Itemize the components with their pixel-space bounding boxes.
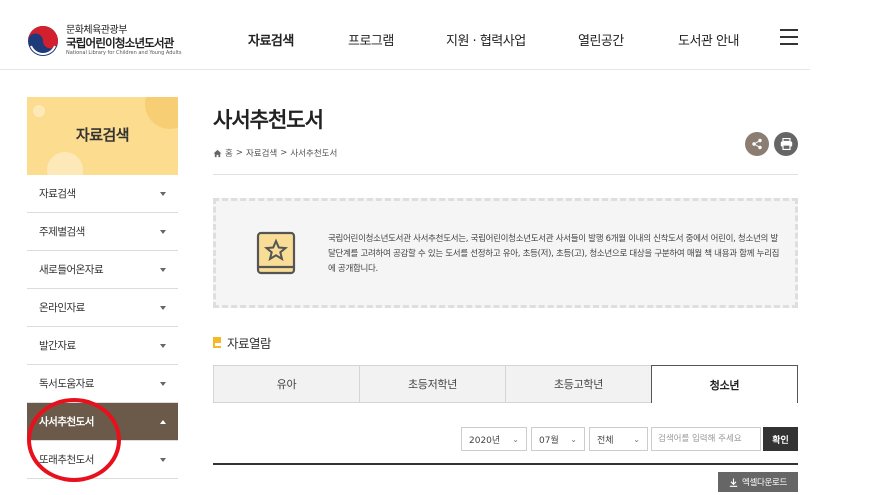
sidebar-item-label: 독서도움자료 <box>39 378 94 390</box>
share-icon <box>752 138 762 150</box>
breadcrumb-home[interactable]: 홈 <box>225 147 233 159</box>
caret-down-icon <box>160 229 166 234</box>
tab-teen[interactable]: 청소년 <box>651 365 798 403</box>
highlight-circle-annotation <box>27 398 121 482</box>
section-title-text: 자료열람 <box>227 336 272 351</box>
print-button[interactable] <box>774 132 798 156</box>
global-nav: 자료검색 프로그램 지원 · 협력사업 열린공간 도서관 안내 <box>0 30 810 50</box>
logo-library-eng: National Library for Children and Young … <box>66 49 182 56</box>
section-title: 자료열람 <box>213 333 272 352</box>
year-select[interactable]: 2020년 ⌄ <box>461 427 527 451</box>
nav-search[interactable]: 자료검색 <box>245 30 297 50</box>
sidebar-item-label: 발간자료 <box>39 340 76 352</box>
caret-down-icon <box>160 191 166 196</box>
breadcrumb-level1[interactable]: 자료검색 <box>246 147 277 159</box>
share-button[interactable] <box>745 132 769 156</box>
audience-tabs: 유아 초등저학년 초등고학년 청소년 <box>213 365 798 403</box>
site-header: 문화체육관광부 국립어린이청소년도서관 National Library for… <box>0 0 810 70</box>
sidebar-item-online[interactable]: 온라인자료 <box>27 289 178 327</box>
sidebar-item-search[interactable]: 자료검색 <box>27 175 178 213</box>
sidebar-item-label: 새로들어온자료 <box>39 264 104 276</box>
breadcrumb-level2: 사서추천도서 <box>290 149 338 159</box>
sidebar-item-label: 온라인자료 <box>39 302 85 314</box>
scope-select-value: 전체 <box>597 435 614 446</box>
title-divider <box>213 174 798 175</box>
page-title: 사서추천도서 <box>213 108 324 132</box>
month-select-value: 07월 <box>539 435 559 446</box>
printer-icon <box>780 138 792 150</box>
breadcrumb-sep: > <box>235 148 243 158</box>
hamburger-menu-icon[interactable] <box>780 29 798 45</box>
caret-down-icon <box>160 457 166 462</box>
sidebar-item-reading-aids[interactable]: 독서도움자료 <box>27 365 178 403</box>
info-description: 국립어린이청소년도서관 사서추천도서는, 국립어린이청소년도서관 사서들이 발행… <box>328 234 780 274</box>
excel-download-button[interactable]: 엑셀다운로드 <box>718 472 798 492</box>
month-select[interactable]: 07월 ⌄ <box>531 427 585 451</box>
caret-up-icon <box>160 419 166 424</box>
confirm-button[interactable]: 확인 <box>763 427 798 451</box>
chevron-down-icon: ⌄ <box>633 434 640 444</box>
download-icon <box>729 478 738 487</box>
sidebar-title: 자료검색 <box>75 126 130 144</box>
info-box: 국립어린이청소년도서관 사서추천도서는, 국립어린이청소년도서관 사서들이 발행… <box>213 198 798 308</box>
table-top-border <box>213 463 798 465</box>
excel-download-label: 엑셀다운로드 <box>741 478 788 488</box>
chevron-down-icon: ⌄ <box>512 434 519 444</box>
sidebar-banner: 자료검색 <box>27 97 178 175</box>
chevron-down-icon: ⌄ <box>570 434 577 444</box>
sidebar-item-subject-search[interactable]: 주제별검색 <box>27 213 178 251</box>
search-input[interactable] <box>651 427 761 451</box>
sidebar-item-label: 자료검색 <box>39 188 76 200</box>
caret-down-icon <box>160 305 166 310</box>
tab-infant[interactable]: 유아 <box>213 365 359 403</box>
home-icon <box>213 149 222 157</box>
nav-open-space[interactable]: 열린공간 <box>578 30 624 49</box>
bookmark-icon <box>213 337 221 348</box>
breadcrumb-sep: > <box>280 148 288 158</box>
tab-upper-elementary[interactable]: 초등고학년 <box>505 365 651 403</box>
nav-program[interactable]: 프로그램 <box>348 30 394 49</box>
year-select-value: 2020년 <box>469 435 501 446</box>
caret-down-icon <box>160 343 166 348</box>
book-star-icon <box>256 231 296 275</box>
caret-down-icon <box>160 267 166 272</box>
tab-lower-elementary[interactable]: 초등저학년 <box>359 365 505 403</box>
caret-down-icon <box>160 381 166 386</box>
nav-support[interactable]: 지원 · 협력사업 <box>446 30 526 49</box>
sidebar-item-new-arrivals[interactable]: 새로들어온자료 <box>27 251 178 289</box>
scope-select[interactable]: 전체 ⌄ <box>589 427 648 451</box>
sidebar-item-publications[interactable]: 발간자료 <box>27 327 178 365</box>
sidebar-item-label: 주제별검색 <box>39 226 85 238</box>
nav-library-info[interactable]: 도서관 안내 <box>678 30 739 49</box>
breadcrumb: 홈 > 자료검색 > 사서추천도서 <box>213 147 337 159</box>
